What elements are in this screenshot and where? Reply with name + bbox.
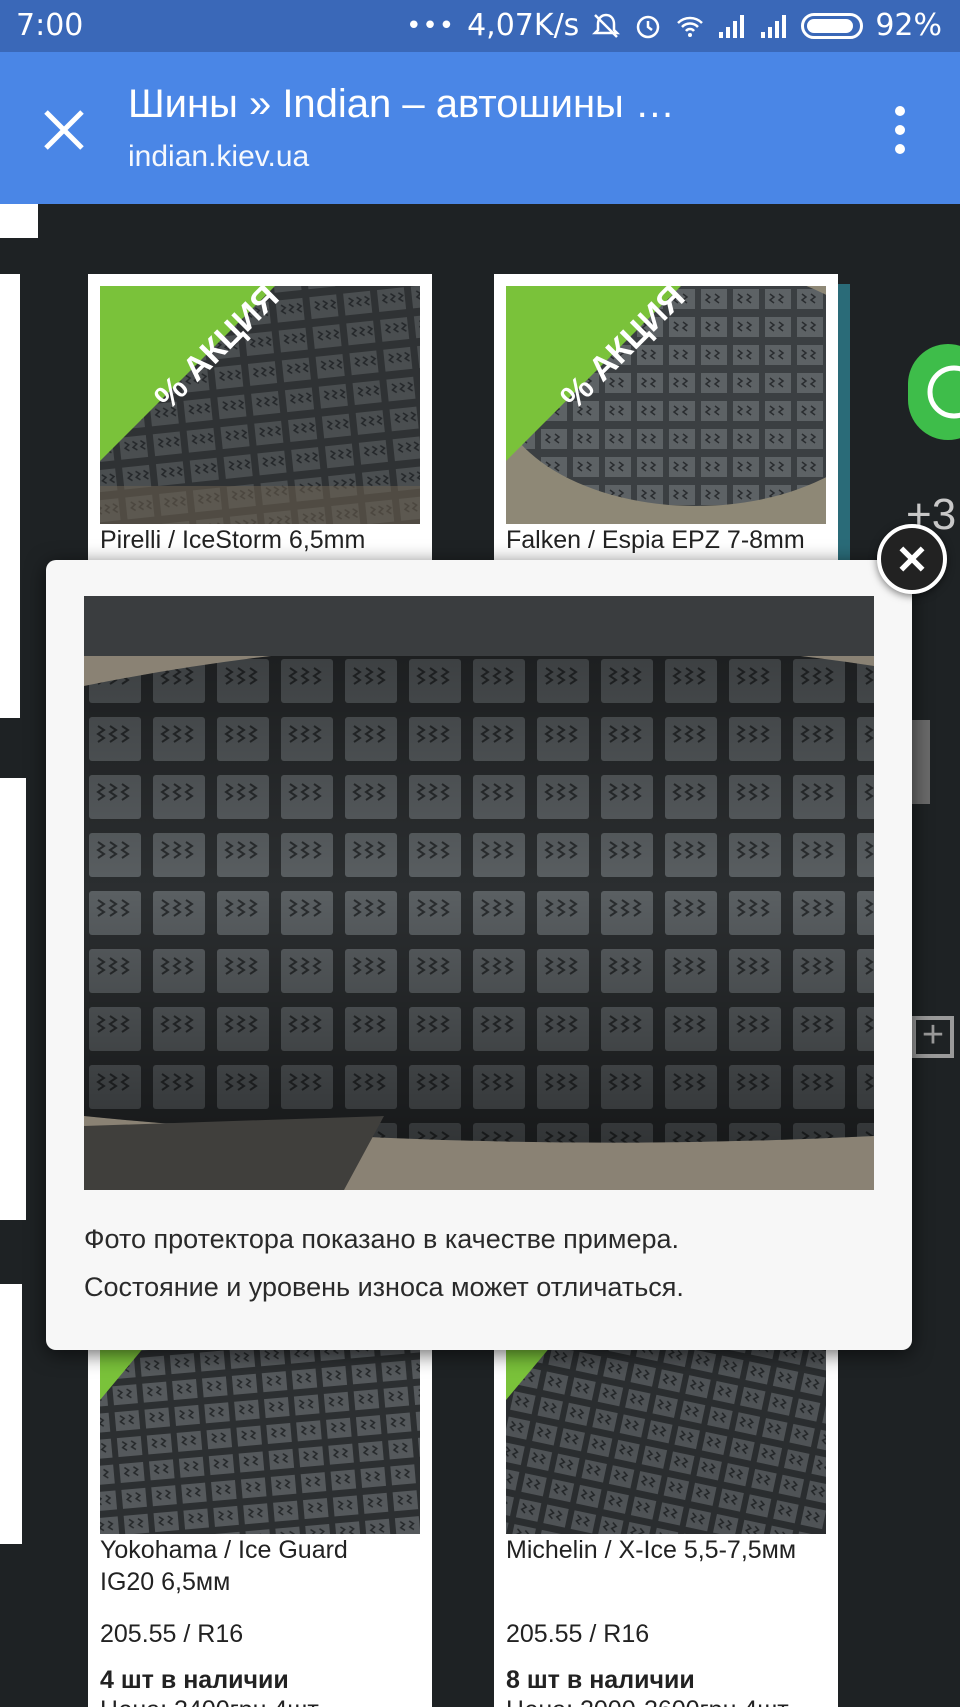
- disclaimer-line-2: Состояние и уровень износа может отличат…: [84, 1272, 684, 1302]
- product-title[interactable]: Falken / Espia EPZ 7-8mm: [506, 524, 805, 556]
- status-icons: ••• 4,07K/s 92%: [406, 8, 942, 43]
- close-tab-button[interactable]: [36, 102, 92, 158]
- card-edge: [838, 284, 850, 564]
- product-card-partial[interactable]: [0, 274, 20, 718]
- product-card-partial[interactable]: [0, 1284, 22, 1544]
- tire-tread-image: [84, 596, 874, 1190]
- alarm-icon: [633, 12, 663, 40]
- status-bar: 7:00 ••• 4,07K/s 92%: [0, 0, 960, 52]
- overflow-menu-button[interactable]: [880, 102, 920, 158]
- signal-1-icon: [717, 12, 747, 40]
- product-stock: 4 шт в наличии: [100, 1666, 289, 1694]
- close-icon: [899, 546, 925, 572]
- battery-percent: 92%: [875, 8, 942, 43]
- tire-image: % АКЦИЯ: [100, 286, 420, 524]
- tire-image: % АКЦИЯ: [506, 286, 826, 524]
- tread-photo: [84, 596, 874, 1190]
- custom-tab-toolbar: Шины » Indian – автошины … indian.kiev.u…: [0, 52, 960, 204]
- product-photo[interactable]: % АКЦИЯ: [100, 286, 420, 524]
- expand-icon[interactable]: +: [912, 1016, 954, 1058]
- page-url[interactable]: indian.kiev.ua: [128, 140, 309, 174]
- lightbox-close-button[interactable]: [877, 524, 947, 594]
- product-price: Цена: 2000-2600грн 4шт: [506, 1694, 789, 1707]
- page-title: Шины » Indian – автошины …: [128, 82, 675, 126]
- close-icon: [44, 110, 84, 150]
- more-notifications-icon: •••: [406, 10, 456, 41]
- product-card-partial[interactable]: [0, 778, 26, 1220]
- page-fragment: [0, 204, 38, 238]
- signal-2-icon: [759, 12, 789, 40]
- more-vert-icon: [895, 106, 905, 154]
- product-title[interactable]: Yokohama / Ice Guard IG20 6,5мм: [100, 1534, 400, 1598]
- status-time: 7:00: [16, 8, 84, 43]
- whatsapp-button[interactable]: [908, 344, 960, 440]
- product-title[interactable]: Pirelli / IceStorm 6,5mm: [100, 524, 365, 556]
- net-speed: 4,07K/s: [467, 8, 580, 43]
- product-price: Цена: 2400грн 4шт: [100, 1694, 319, 1707]
- product-photo[interactable]: % АКЦИЯ: [506, 286, 826, 524]
- product-title[interactable]: Michelin / X-Ice 5,5-7,5мм: [506, 1534, 826, 1566]
- sidebar-fragment: [912, 720, 930, 804]
- mute-icon: [591, 12, 621, 40]
- battery-icon: [801, 12, 864, 39]
- product-stock: 8 шт в наличии: [506, 1666, 695, 1694]
- wifi-icon: [675, 12, 705, 40]
- image-lightbox-dialog: Фото протектора показано в качестве прим…: [46, 560, 912, 1350]
- disclaimer-line-1: Фото протектора показано в качестве прим…: [84, 1224, 679, 1254]
- product-size: 205.55 / R16: [100, 1620, 244, 1648]
- whatsapp-icon: [927, 365, 960, 419]
- product-size: 205.55 / R16: [506, 1620, 650, 1648]
